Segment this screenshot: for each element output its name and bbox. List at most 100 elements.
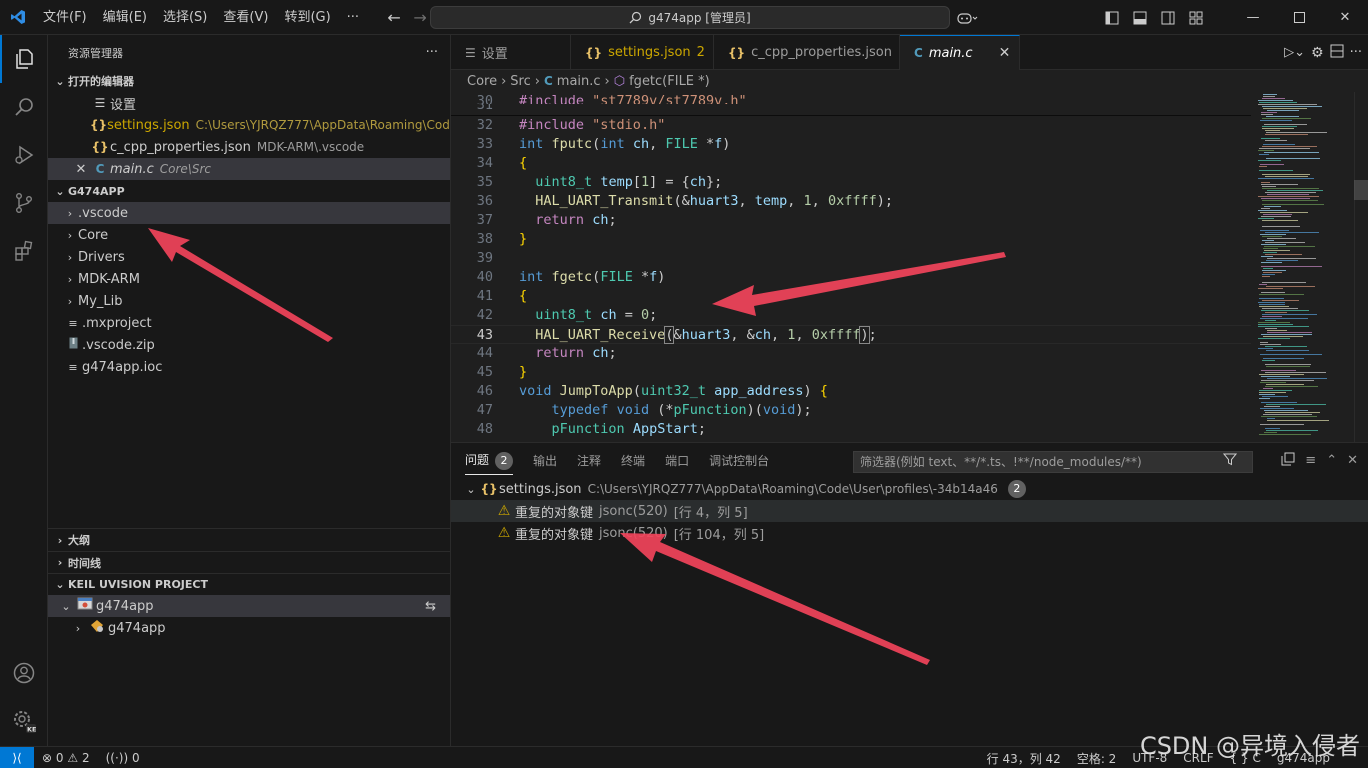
chevron-right-icon: › xyxy=(67,294,73,308)
csdn-watermark: CSDN @异境入侵者 xyxy=(1139,732,1360,760)
tab-main-c[interactable]: C main.c ✕ xyxy=(900,35,1020,70)
open-editor-settings-json[interactable]: {} settings.json C:\Users\YJRQZ777\AppDa… xyxy=(48,114,450,136)
menu-more[interactable]: ··· xyxy=(339,0,367,35)
tab-problems[interactable]: 问题 2 xyxy=(465,451,514,475)
problem-item[interactable]: ⚠ 重复的对象键 jsonc(520) [行 104，列 5] xyxy=(451,522,1368,544)
search-icon[interactable] xyxy=(0,83,48,131)
tree-folder-core[interactable]: › Core xyxy=(48,224,450,246)
problems-filter-input[interactable]: 筛选器(例如 text、**/*.ts、!**/node_modules/**) xyxy=(853,451,1253,473)
keil-section[interactable]: ⌄ KEIL UVISION PROJECT xyxy=(48,573,450,595)
open-editors-section[interactable]: ⌄ 打开的编辑器 xyxy=(48,70,450,92)
close-window-icon[interactable]: ✕ xyxy=(1322,0,1368,35)
code-editor[interactable]: 30 #include "st7789v/st7789v.h" 31 32 #inc… xyxy=(451,92,1251,442)
tree-file-mxproject[interactable]: ≡ .mxproject xyxy=(48,312,450,334)
menu-edit[interactable]: 编辑(E) xyxy=(95,0,155,35)
open-editor-c-cpp-properties[interactable]: {} c_cpp_properties.json MDK-ARM\.vscode xyxy=(48,136,450,158)
tree-folder-drivers[interactable]: › Drivers xyxy=(48,246,450,268)
chevron-right-icon: › xyxy=(534,73,540,89)
tab-settings[interactable]: ☰ 设置 xyxy=(451,35,571,70)
warning-icon: ⚠ xyxy=(67,750,79,765)
manage-gear-icon[interactable]: KE xyxy=(0,697,48,745)
run-code-icon[interactable]: ▷⌄ xyxy=(1284,45,1305,60)
outline-section[interactable]: › 大纲 xyxy=(48,529,450,551)
keil-target-item[interactable]: › g474app xyxy=(48,617,450,639)
breadcrumb-symbol[interactable]: fgetc(FILE *) xyxy=(629,74,710,89)
close-panel-icon[interactable]: ✕ xyxy=(1347,453,1358,468)
tree-folder-my-lib[interactable]: › My_Lib xyxy=(48,290,450,312)
ports-status[interactable]: ((·)) 0 xyxy=(98,751,148,765)
open-editor-settings[interactable]: ☰ 设置 xyxy=(48,92,450,114)
workspace-section[interactable]: ⌄ G474APP xyxy=(48,180,450,202)
view-as-list-icon[interactable]: ≡ xyxy=(1305,453,1316,468)
line-number: 34 xyxy=(476,155,493,171)
minimize-icon[interactable]: — xyxy=(1230,0,1276,35)
keil-project-item[interactable]: ⌄ g474app ⇆ xyxy=(48,595,450,617)
close-icon[interactable]: ✕ xyxy=(999,45,1011,61)
breadcrumb-core[interactable]: Core xyxy=(467,74,497,89)
close-icon[interactable]: ✕ xyxy=(72,162,90,177)
maximize-icon[interactable] xyxy=(1276,0,1322,35)
tab-debug-console[interactable]: 调试控制台 xyxy=(709,452,769,469)
toggle-primary-sidebar-icon[interactable] xyxy=(1098,0,1126,35)
timeline-section[interactable]: › 时间线 xyxy=(48,551,450,573)
chevron-right-icon: › xyxy=(67,228,73,242)
minimap[interactable] xyxy=(1256,92,1356,442)
gear-icon[interactable]: ⚙ xyxy=(1311,45,1324,61)
line-number: 41 xyxy=(476,288,493,304)
indentation[interactable]: 空格: 2 xyxy=(1069,750,1125,767)
split-editor-icon[interactable] xyxy=(1330,44,1344,62)
accounts-icon[interactable] xyxy=(0,649,48,697)
chevron-right-icon: › xyxy=(75,621,81,635)
toggle-panel-icon[interactable] xyxy=(1126,0,1154,35)
warning-icon: ⚠ xyxy=(497,525,511,541)
problems-group-settings-json[interactable]: ⌄ {} settings.json C:\Users\YJRQZ777\App… xyxy=(451,478,1368,500)
collapse-all-icon[interactable] xyxy=(1281,452,1295,469)
tab-c-cpp-properties[interactable]: {} c_cpp_properties.json xyxy=(714,35,900,70)
code-line: uint8_t temp[1] = {ch}; xyxy=(535,174,723,190)
switch-target-icon[interactable]: ⇆ xyxy=(425,599,436,614)
tab-settings-json[interactable]: {} settings.json 2 xyxy=(571,35,714,70)
window-title: g474app [管理员] xyxy=(648,11,751,25)
tab-ports[interactable]: 端口 xyxy=(665,452,689,469)
code-line: } xyxy=(519,364,528,380)
file-lines-icon: ≡ xyxy=(68,360,78,374)
problems-status[interactable]: ⊗ 0 ⚠ 2 xyxy=(34,751,98,765)
toggle-secondary-sidebar-icon[interactable] xyxy=(1154,0,1182,35)
error-icon: ⊗ xyxy=(42,750,53,765)
command-center-search[interactable]: g474app [管理员] xyxy=(430,6,950,29)
problem-item[interactable]: ⚠ 重复的对象键 jsonc(520) [行 4，列 5] xyxy=(451,500,1368,522)
copilot-icon[interactable] xyxy=(948,0,988,35)
tab-comments[interactable]: 注释 xyxy=(577,452,601,469)
breadcrumb-src[interactable]: Src xyxy=(510,74,530,89)
menu-selection[interactable]: 选择(S) xyxy=(155,0,215,35)
more-actions-icon[interactable]: ··· xyxy=(426,45,438,60)
customize-layout-icon[interactable] xyxy=(1182,0,1210,35)
cursor-position[interactable]: 行 43，列 42 xyxy=(979,750,1069,767)
extensions-icon[interactable] xyxy=(0,227,48,275)
explorer-icon[interactable] xyxy=(0,35,48,83)
breadcrumb-file[interactable]: main.c xyxy=(557,74,601,89)
code-line: int fgetc(FILE *f) xyxy=(519,269,666,285)
run-debug-icon[interactable] xyxy=(0,131,48,179)
tab-output[interactable]: 输出 xyxy=(533,452,557,469)
source-control-icon[interactable] xyxy=(0,179,48,227)
more-actions-icon[interactable]: ··· xyxy=(1350,45,1362,60)
tree-folder-vscode[interactable]: › .vscode xyxy=(48,202,450,224)
menu-file[interactable]: 文件(F) xyxy=(35,0,95,35)
tree-file-ioc[interactable]: ≡ g474app.ioc xyxy=(48,356,450,378)
tree-folder-mdk-arm[interactable]: › MDK-ARM xyxy=(48,268,450,290)
remote-indicator-icon[interactable]: ⟩⟨ xyxy=(0,746,34,768)
menu-go[interactable]: 转到(G) xyxy=(276,0,338,35)
tab-terminal[interactable]: 终端 xyxy=(621,452,645,469)
tree-file-vscode-zip[interactable]: .vscode.zip xyxy=(48,334,450,356)
menu-view[interactable]: 查看(V) xyxy=(215,0,276,35)
editor-scrollbar[interactable] xyxy=(1354,92,1368,442)
json-icon: {} xyxy=(728,45,746,60)
open-editor-main-c[interactable]: ✕ C main.c Core\Src xyxy=(48,158,450,180)
line-number: 43 xyxy=(476,327,493,343)
file-lines-icon: ≡ xyxy=(68,316,78,330)
filter-funnel-icon[interactable] xyxy=(1222,452,1238,469)
back-arrow-icon[interactable]: ← xyxy=(381,8,407,27)
chevron-right-icon: › xyxy=(67,272,73,286)
chevron-up-icon[interactable]: ⌃ xyxy=(1326,453,1337,468)
